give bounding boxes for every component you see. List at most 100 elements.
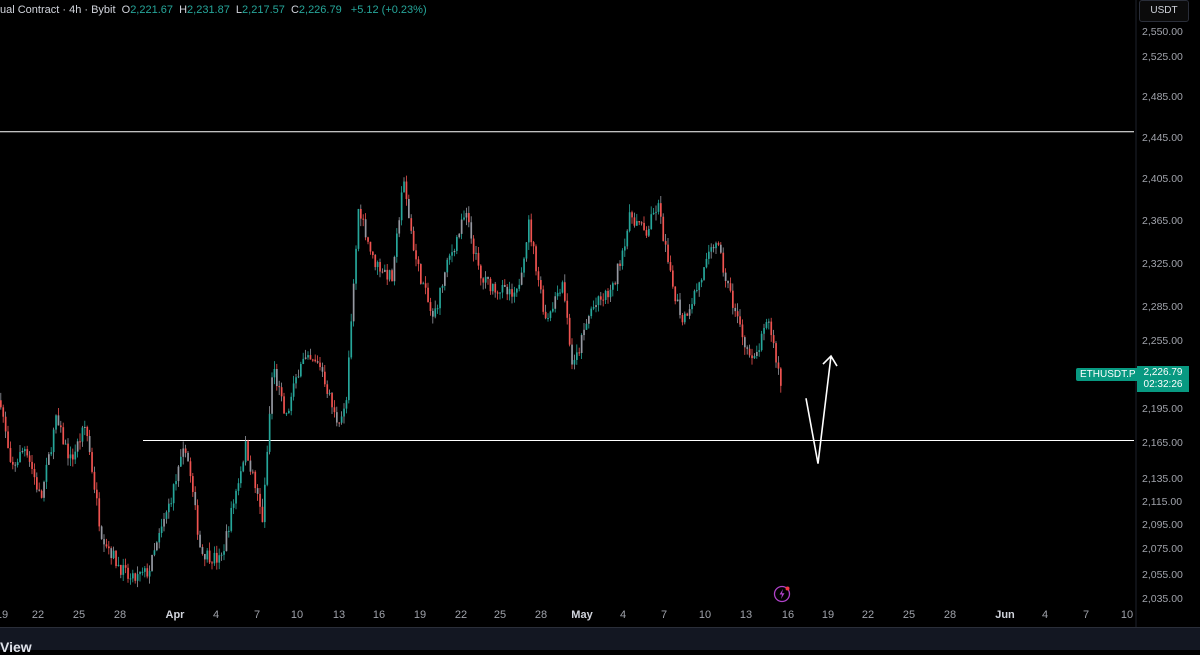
candle-body [148, 570, 151, 577]
candle-body [427, 287, 429, 303]
last-price-label: 2,226.79 02:32:26 [1137, 366, 1189, 392]
candle-body [307, 355, 309, 358]
candle-body [369, 241, 372, 252]
candle-body [132, 573, 134, 579]
candle-body [60, 425, 62, 428]
candle-body [386, 269, 389, 280]
candle-body [655, 211, 657, 213]
candle-body [566, 300, 569, 318]
candle-body [33, 468, 36, 478]
projection-path[interactable] [805, 355, 832, 464]
candle-body [292, 383, 295, 397]
price-chart[interactable] [0, 0, 1200, 649]
candle-body [244, 441, 247, 463]
candle-body [484, 276, 487, 283]
candle-body [175, 481, 177, 485]
candle-body [40, 490, 43, 498]
candle-body [662, 216, 665, 241]
candle-body [158, 532, 161, 543]
candle-body [698, 282, 701, 291]
candle-body [208, 550, 211, 563]
candle-body [751, 355, 753, 359]
candle-body [55, 415, 57, 430]
candle-body [645, 230, 648, 236]
candle-body [76, 441, 79, 452]
candle-body [108, 546, 110, 549]
candle-body [355, 248, 357, 284]
price-tick-label: 2,035.00 [1142, 593, 1183, 605]
price-tick-label: 2,365.00 [1142, 215, 1183, 227]
candle-body [141, 571, 144, 573]
candle-body [321, 367, 324, 372]
candle-body [511, 289, 513, 297]
price-tick-label: 2,195.00 [1142, 403, 1183, 415]
candle-body [540, 280, 542, 290]
candle-body [247, 441, 249, 461]
candle-body [482, 278, 485, 283]
candle-body [580, 335, 583, 353]
candle-body [468, 213, 470, 223]
candle-body [688, 309, 691, 316]
candle-body [619, 263, 621, 266]
candle-body [444, 272, 446, 286]
time-tick-label: 25 [902, 609, 916, 621]
candle-body [542, 289, 545, 312]
currency-button[interactable]: USDT [1139, 0, 1189, 22]
candle-body [679, 299, 681, 315]
candle-body [213, 552, 216, 564]
candle-body [705, 258, 708, 268]
candle-body [530, 219, 533, 243]
candle-body [612, 283, 614, 290]
candle-body [573, 359, 576, 365]
candle-body [338, 422, 341, 424]
candle-body [657, 203, 660, 212]
candle-body [480, 265, 482, 279]
time-tick-label: 19 [413, 609, 427, 621]
candle-body [384, 269, 386, 272]
candle-body [360, 208, 362, 219]
candle-body [254, 471, 257, 489]
candle-body [578, 352, 581, 354]
candle-body [122, 565, 125, 575]
last-price-value: 2,226.79 [1143, 367, 1183, 378]
candle-body [146, 568, 149, 577]
candle-body [139, 571, 141, 575]
close-value: 2,226.79 [298, 4, 342, 16]
candle-body [552, 308, 554, 312]
candle-body [235, 490, 237, 504]
time-tick-label: 13 [332, 609, 346, 621]
candle-body [432, 310, 434, 317]
candle-body [364, 219, 367, 238]
candle-body [556, 292, 559, 297]
candle-body [367, 237, 369, 242]
lightning-icon[interactable] [773, 585, 791, 603]
price-tick-label: 2,115.00 [1142, 496, 1183, 508]
candle-body [496, 292, 499, 294]
time-tick-label: 10 [1120, 609, 1134, 621]
candle-body [398, 220, 401, 234]
candle-body [110, 548, 113, 559]
candle-body [297, 376, 300, 378]
candle-body [74, 451, 77, 460]
candle-body [204, 553, 206, 560]
candle-body [328, 393, 331, 395]
candle-body [715, 243, 717, 249]
candle-body [216, 552, 218, 563]
candle-body [415, 250, 417, 260]
candle-body [67, 443, 69, 459]
candle-body [81, 427, 84, 442]
candle-body [165, 512, 168, 519]
candle-body [727, 280, 729, 284]
candle-body [451, 252, 453, 256]
candle-body [26, 449, 29, 456]
candle-body [343, 408, 345, 417]
candle-body [765, 322, 768, 328]
bottom-toolbar [0, 627, 1200, 650]
candle-body [674, 286, 677, 302]
candle-body [388, 270, 391, 280]
candle-body [528, 219, 530, 243]
candle-body [590, 308, 593, 317]
candle-body [621, 250, 624, 266]
candle-body [79, 441, 81, 443]
price-tick-label: 2,095.00 [1142, 519, 1183, 531]
